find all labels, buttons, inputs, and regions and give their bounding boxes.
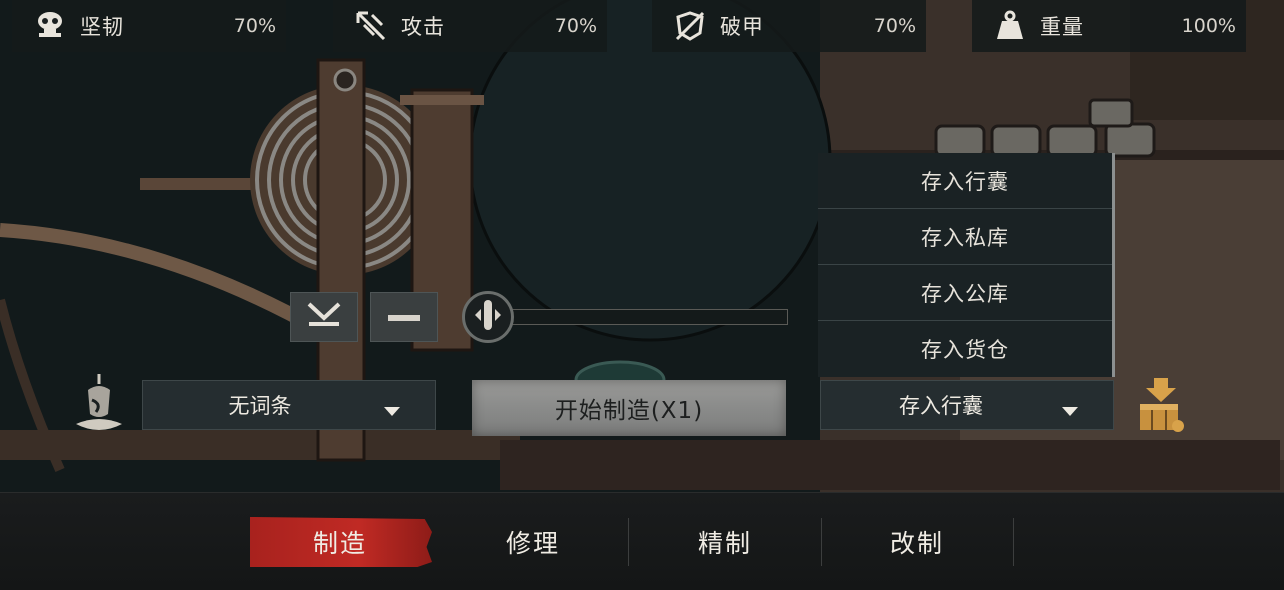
incense-burner-icon (68, 370, 130, 440)
storage-chest-icon (1136, 376, 1186, 438)
storage-option[interactable]: 存入公库 (818, 265, 1112, 321)
stat-value: 70% (873, 15, 916, 37)
stat-attack: 攻击 70% (333, 0, 607, 52)
shield-skull-icon (32, 8, 68, 44)
quantity-slider-handle[interactable] (462, 291, 514, 343)
storage-dropdown[interactable]: 存入行囊 (820, 380, 1114, 430)
affix-dropdown[interactable]: 无词条 (142, 380, 436, 430)
storage-dropdown-value: 存入行囊 (899, 394, 983, 418)
start-craft-button[interactable]: 开始制造(X1) (472, 380, 786, 436)
stat-toughness: 坚韧 70% (12, 0, 286, 52)
tab-divider (1013, 518, 1014, 566)
minus-icon (387, 308, 421, 327)
quantity-slider-track[interactable] (508, 309, 788, 325)
crossed-arrows-icon (353, 8, 389, 44)
drag-handle-icon (473, 298, 503, 336)
tab-modify[interactable]: 改制 (822, 517, 1012, 567)
quantity-decrease-button[interactable] (370, 292, 438, 342)
stat-label: 攻击 (401, 15, 445, 39)
tab-craft[interactable]: 制造 (250, 517, 432, 567)
stat-label: 破甲 (720, 15, 764, 39)
stat-value: 70% (233, 15, 276, 37)
storage-option[interactable]: 存入行囊 (818, 153, 1112, 209)
storage-option[interactable]: 存入私库 (818, 209, 1112, 265)
affix-dropdown-value: 无词条 (228, 394, 292, 418)
tab-refine[interactable]: 精制 (629, 517, 821, 567)
storage-options-menu: 存入行囊 存入私库 存入公库 存入货仓 (818, 153, 1115, 377)
tab-label: 改制 (889, 529, 944, 558)
chevron-down-bar-icon (306, 300, 342, 334)
tab-label: 精制 (697, 529, 752, 558)
chevron-down-icon (1061, 399, 1079, 423)
tab-label: 修理 (505, 529, 560, 558)
stat-label: 坚韧 (80, 15, 124, 39)
stat-label: 重量 (1040, 15, 1084, 39)
tab-repair[interactable]: 修理 (438, 517, 628, 567)
chevron-down-icon (383, 399, 401, 423)
stat-weight: 重量 100% (972, 0, 1246, 52)
stat-value: 100% (1181, 15, 1236, 37)
weight-icon (992, 8, 1028, 44)
storage-option[interactable]: 存入货仓 (818, 321, 1112, 376)
quantity-min-button[interactable] (290, 292, 358, 342)
stat-value: 70% (554, 15, 597, 37)
broken-armor-icon (672, 8, 708, 44)
tab-label: 制造 (312, 529, 367, 558)
stat-armor-break: 破甲 70% (652, 0, 926, 52)
